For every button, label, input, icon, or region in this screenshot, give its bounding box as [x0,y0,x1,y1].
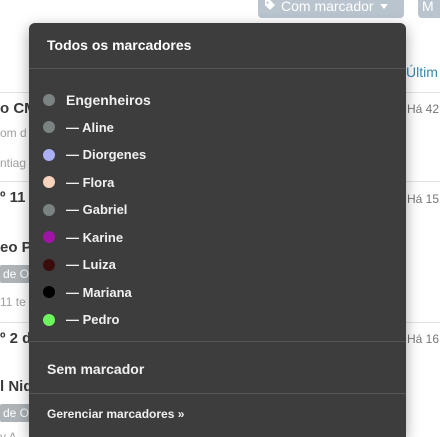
all-tags-option[interactable]: Todos os marcadores [47,37,191,53]
no-tag-option[interactable]: Sem marcador [47,361,144,377]
tag-option[interactable]: — Mariana [43,281,132,303]
tag-option-label: — Aline [66,119,114,135]
tag-filter-button[interactable]: Com marcador [258,0,404,18]
tag-color-dot [43,286,55,298]
tag-color-dot [43,94,55,106]
tag-filter-label: Com marcador [281,0,374,14]
tag-color-dot [43,203,55,216]
tag-option-label: — Karine [66,229,124,245]
tag-option-group[interactable]: Engenheiros [43,89,151,111]
row-title[interactable]: eo P [0,239,32,256]
tag-option-label: Engenheiros [66,92,151,108]
tag-option[interactable]: — Karine [43,226,123,248]
more-button[interactable]: M [418,0,440,18]
tag-option[interactable]: — Luiza [43,254,116,276]
tag-color-dot [43,148,55,161]
menu-divider [29,341,406,342]
tag-option[interactable]: — Aline [43,116,114,138]
tag-option[interactable]: — Flora [43,171,114,193]
row-subtitle: om d [0,126,27,140]
more-button-label: M [422,0,434,14]
row-tag: de O [0,265,33,283]
tag-color-dot [43,176,55,188]
tag-option-label: — Gabriel [66,202,128,217]
tag-option-label: — Mariana [66,284,132,300]
row-title[interactable]: º 2 d [0,330,31,347]
chevron-down-icon [379,3,388,9]
tag-color-dot [43,313,55,326]
row-time: Há 16 [407,332,440,346]
tag-option-label: — Flora [66,174,115,190]
row-subtitle: ntiag [0,156,27,170]
tag-color-dot [43,258,55,271]
tag-icon [264,0,276,14]
tag-option[interactable]: — Diorgenes [43,144,146,166]
tag-option-label: — Pedro [66,312,120,327]
row-time: Há 15 [407,192,440,206]
row-subtitle: 11 te [0,295,26,309]
row-title[interactable]: º 11 [0,189,26,206]
tag-color-dot [43,121,55,133]
column-header-last[interactable]: Últim [406,64,438,80]
tag-option[interactable]: — Pedro [43,309,119,331]
tag-color-dot [43,231,55,243]
row-tag: de O [0,404,33,422]
manage-tags-link[interactable]: Gerenciar marcadores » [47,407,184,421]
row-time: Há 42 [407,102,440,116]
menu-divider [29,68,406,69]
row-title[interactable]: l Niq [0,378,33,395]
tag-option[interactable]: — Gabriel [43,199,127,221]
tag-option-label: — Luiza [66,257,116,272]
menu-divider [29,393,406,394]
row-subtitle: y A [0,430,17,437]
tag-option-label: — Diorgenes [66,147,147,162]
tag-filter-dropdown: Todos os marcadores Engenheiros — Aline —… [29,23,406,437]
